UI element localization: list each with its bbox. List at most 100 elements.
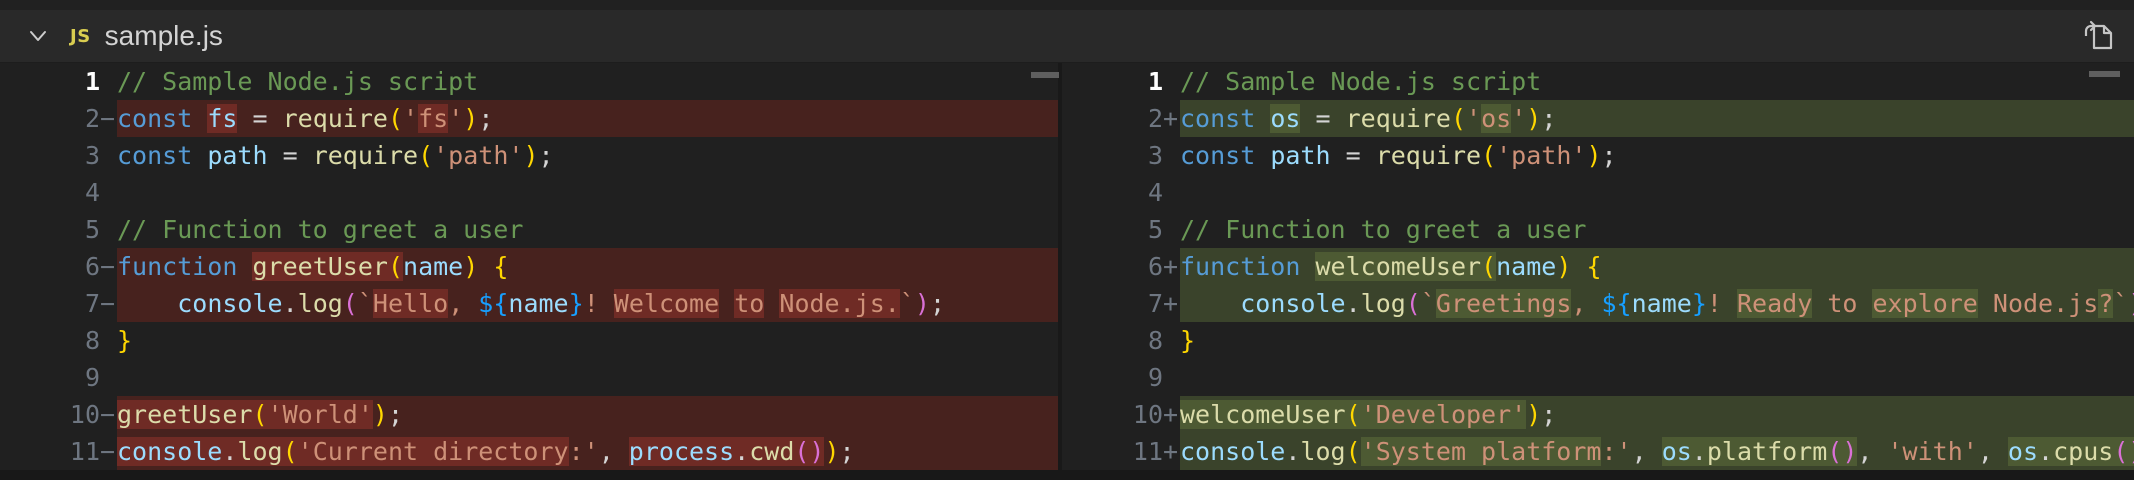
code-line[interactable]: 2−const fs = require('fs');	[0, 100, 1058, 137]
diff-sign	[1163, 359, 1180, 396]
code-line[interactable]: 7− console.log(`Hello, ${name}! Welcome …	[0, 285, 1058, 322]
line-number: 2	[1062, 100, 1163, 137]
code-text: const os = require('os');	[1180, 100, 2134, 137]
diff-sign: +	[1163, 100, 1180, 137]
line-number: 1	[0, 63, 100, 100]
code-text: console.log(`Greetings, ${name}! Ready t…	[1180, 285, 2134, 322]
diff-sign: +	[1163, 285, 1180, 322]
code-text: function greetUser(name) {	[117, 248, 1058, 285]
top-strip	[0, 0, 2134, 10]
diff-editor-body: 1// Sample Node.js script2−const fs = re…	[0, 63, 2134, 470]
diff-sign	[100, 359, 117, 396]
line-number: 5	[1062, 211, 1163, 248]
line-number: 10	[0, 396, 100, 433]
code-text	[117, 174, 1058, 211]
line-number: 4	[1062, 174, 1163, 211]
diff-sign	[100, 63, 117, 100]
bottom-strip	[0, 470, 2134, 480]
open-file-icon	[2080, 17, 2118, 55]
code-line[interactable]: 3 const path = require('path');	[0, 137, 1058, 174]
code-line[interactable]: 7+ console.log(`Greetings, ${name}! Read…	[1062, 285, 2134, 322]
diff-editor-widget: JS sample.js 1// Sample Node.js script2−…	[0, 0, 2134, 480]
code-line[interactable]: 5 // Function to greet a user	[1062, 211, 2134, 248]
diff-sign	[1163, 322, 1180, 359]
diff-sign: −	[100, 285, 117, 322]
code-text: function welcomeUser(name) {	[1180, 248, 2134, 285]
original-pane[interactable]: 1// Sample Node.js script2−const fs = re…	[0, 63, 1058, 470]
code-line[interactable]: 3 const path = require('path');	[1062, 137, 2134, 174]
code-text: // Sample Node.js script	[117, 63, 1058, 100]
diff-sign: −	[100, 396, 117, 433]
code-line[interactable]: 9	[0, 359, 1058, 396]
code-text: console.log('Current directory:', proces…	[117, 433, 1058, 470]
code-line[interactable]: 8}	[0, 322, 1058, 359]
code-line[interactable]: 2+const os = require('os');	[1062, 100, 2134, 137]
code-text: console.log('System platform:', os.platf…	[1180, 433, 2134, 470]
open-file-button[interactable]	[2080, 17, 2118, 55]
diff-sign	[100, 211, 117, 248]
line-number: 6	[0, 248, 100, 285]
code-text: welcomeUser('Developer');	[1180, 396, 2134, 433]
chevron-down-icon[interactable]	[24, 22, 52, 50]
code-line[interactable]: 4	[0, 174, 1058, 211]
line-number: 3	[0, 137, 100, 174]
line-number: 11	[0, 433, 100, 470]
diff-sign: +	[1163, 248, 1180, 285]
code-text: const path = require('path');	[1180, 137, 2134, 174]
code-line[interactable]: 9	[1062, 359, 2134, 396]
code-line[interactable]: 4	[1062, 174, 2134, 211]
line-number: 8	[1062, 322, 1163, 359]
code-text	[1180, 359, 2134, 396]
code-text: }	[117, 322, 1058, 359]
line-number: 11	[1062, 433, 1163, 470]
code-line[interactable]: 10+welcomeUser('Developer');	[1062, 396, 2134, 433]
line-number: 9	[0, 359, 100, 396]
horizontal-scrollbar-left[interactable]	[1031, 72, 1059, 78]
header-actions	[2080, 17, 2118, 55]
code-line[interactable]: 11+console.log('System platform:', os.pl…	[1062, 433, 2134, 470]
code-text: // Function to greet a user	[117, 211, 1058, 248]
horizontal-scrollbar-right[interactable]	[2089, 71, 2120, 77]
diff-header: JS sample.js	[0, 10, 2134, 63]
code-line[interactable]: 6+function welcomeUser(name) {	[1062, 248, 2134, 285]
line-number: 5	[0, 211, 100, 248]
diff-sign	[1163, 137, 1180, 174]
code-line[interactable]: 10−greetUser('World');	[0, 396, 1058, 433]
code-line[interactable]: 6−function greetUser(name) {	[0, 248, 1058, 285]
diff-sign: +	[1163, 396, 1180, 433]
diff-sign: −	[100, 433, 117, 470]
line-number: 8	[0, 322, 100, 359]
line-number: 6	[1062, 248, 1163, 285]
file-name: sample.js	[105, 20, 223, 52]
diff-sign	[100, 322, 117, 359]
line-number: 7	[1062, 285, 1163, 322]
code-text: const path = require('path');	[117, 137, 1058, 174]
code-text	[117, 359, 1058, 396]
line-number: 9	[1062, 359, 1163, 396]
code-text: // Sample Node.js script	[1180, 63, 2134, 100]
line-number: 7	[0, 285, 100, 322]
code-line[interactable]: 8}	[1062, 322, 2134, 359]
diff-sign: +	[1163, 433, 1180, 470]
code-line[interactable]: 1 // Sample Node.js script	[1062, 63, 2134, 100]
code-text: const fs = require('fs');	[117, 100, 1058, 137]
diff-sign: −	[100, 100, 117, 137]
code-text	[1180, 174, 2134, 211]
line-number: 4	[0, 174, 100, 211]
code-line[interactable]: 5 // Function to greet a user	[0, 211, 1058, 248]
modified-pane[interactable]: 1// Sample Node.js script2+const os = re…	[1062, 63, 2134, 470]
js-file-icon: JS	[70, 26, 91, 47]
diff-sign	[1163, 211, 1180, 248]
line-number: 3	[1062, 137, 1163, 174]
code-line[interactable]: 11−console.log('Current directory:', pro…	[0, 433, 1058, 470]
code-line[interactable]: 1 // Sample Node.js script	[0, 63, 1058, 100]
diff-sign: −	[100, 248, 117, 285]
line-number: 1	[1062, 63, 1163, 100]
diff-sign	[100, 174, 117, 211]
line-number: 10	[1062, 396, 1163, 433]
code-text: // Function to greet a user	[1180, 211, 2134, 248]
line-number: 2	[0, 100, 100, 137]
code-text: greetUser('World');	[117, 396, 1058, 433]
diff-sign	[100, 137, 117, 174]
diff-sign	[1163, 174, 1180, 211]
